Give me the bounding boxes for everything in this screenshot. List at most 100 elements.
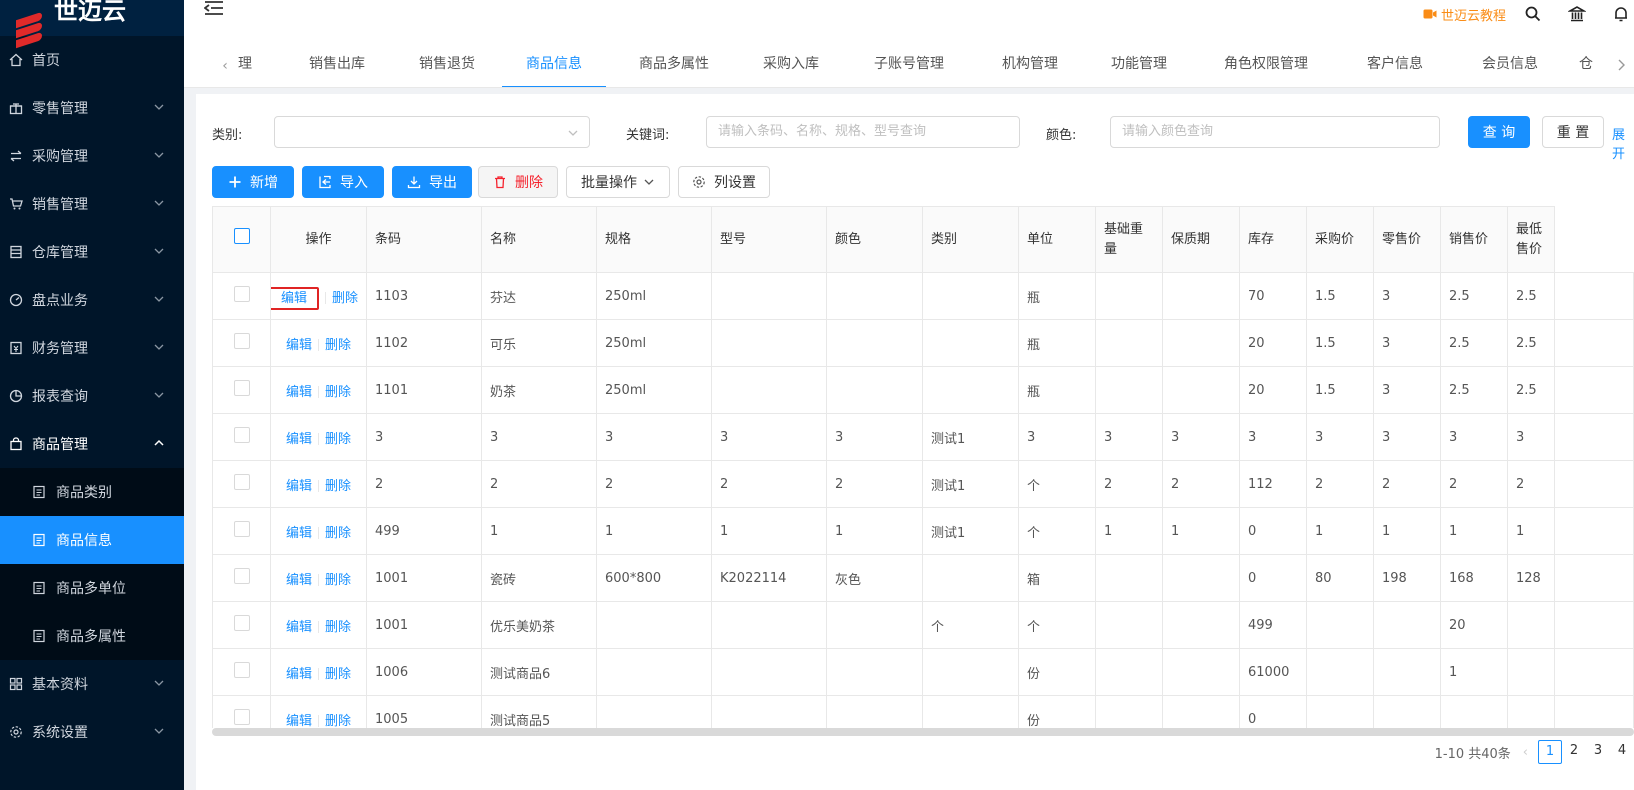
row-checkbox[interactable] [233, 333, 250, 349]
tab-functions[interactable]: 功能管理 [1082, 44, 1196, 87]
table-cell: 瓶 [1018, 319, 1096, 367]
table-cell: 1 [711, 507, 827, 555]
edit-link[interactable]: 编辑 [286, 479, 312, 494]
row-checkbox[interactable] [233, 427, 250, 443]
delete-button[interactable]: 删除 [478, 166, 558, 198]
table-cell: 250ml [596, 366, 712, 414]
sidebar-item-purchase[interactable]: 采购管理 [0, 132, 184, 180]
tab-partial-right[interactable]: 仓 [1566, 44, 1606, 87]
bell-icon[interactable] [1612, 5, 1630, 23]
edit-link[interactable]: 编辑 [286, 385, 312, 400]
delete-link[interactable]: 删除 [325, 385, 351, 400]
menu-fold-icon[interactable] [204, 0, 224, 16]
pagination-page[interactable]: 4 [1610, 740, 1634, 764]
add-button[interactable]: 新增 [212, 166, 294, 198]
edit-link[interactable]: 编辑 [286, 573, 312, 588]
pagination-page[interactable]: 2 [1562, 740, 1586, 764]
tabs-prev-icon[interactable]: ‹ [212, 58, 238, 74]
tab-role-permissions[interactable]: 角色权限管理 [1196, 44, 1336, 87]
row-checkbox[interactable] [233, 380, 250, 396]
edit-link[interactable]: 编辑 [286, 667, 312, 682]
edit-link[interactable]: 编辑 [286, 526, 312, 541]
row-checkbox[interactable] [233, 568, 250, 584]
reset-button[interactable]: 重 置 [1542, 116, 1604, 148]
edit-link[interactable]: 编辑 [271, 286, 320, 310]
tab-sub-accounts[interactable]: 子账号管理 [840, 44, 978, 87]
search-icon[interactable] [1524, 5, 1542, 23]
select-all-checkbox[interactable] [233, 228, 250, 244]
delete-link[interactable]: 删除 [325, 714, 351, 729]
sidebar-subitem-product-category[interactable]: 商品类别 [0, 468, 184, 516]
tab-partial-left[interactable]: 理 [238, 44, 268, 87]
tab-sales-outbound[interactable]: 销售出库 [282, 44, 392, 87]
keyword-input[interactable]: 请输入条码、名称、规格、型号查询 [706, 116, 1020, 148]
table-cell: 1 [596, 507, 712, 555]
pagination-prev-icon[interactable]: ‹ [1523, 745, 1528, 760]
row-checkbox[interactable] [233, 615, 250, 631]
color-input[interactable]: 请输入颜色查询 [1110, 116, 1440, 148]
delete-link[interactable]: 删除 [332, 291, 358, 306]
sidebar-item-inventory-check[interactable]: 盘点业务 [0, 276, 184, 324]
delete-link[interactable]: 删除 [325, 526, 351, 541]
batch-actions-dropdown[interactable]: 批量操作 [566, 166, 670, 198]
tab-members[interactable]: 会员信息 [1454, 44, 1566, 87]
bank-icon[interactable] [1568, 5, 1586, 23]
table-cell [711, 272, 827, 320]
sidebar-item-label: 基本资料 [32, 677, 88, 693]
row-select-cell [212, 648, 271, 696]
sidebar-item-finance[interactable]: 财务管理 [0, 324, 184, 372]
tab-product-info[interactable]: 商品信息 [502, 44, 606, 87]
table-cell [826, 648, 923, 696]
row-checkbox[interactable] [233, 662, 250, 678]
query-button[interactable]: 查 询 [1468, 116, 1530, 148]
table-cell: 20 [1440, 601, 1508, 649]
sidebar-subitem-product-attributes[interactable]: 商品多属性 [0, 612, 184, 660]
tab-customers[interactable]: 客户信息 [1336, 44, 1454, 87]
delete-link[interactable]: 删除 [325, 573, 351, 588]
delete-link[interactable]: 删除 [325, 338, 351, 353]
tab-organizations[interactable]: 机构管理 [978, 44, 1082, 87]
tab-sales-return[interactable]: 销售退货 [392, 44, 502, 87]
table-cell: 128 [1507, 554, 1555, 602]
tab-product-attributes[interactable]: 商品多属性 [606, 44, 742, 87]
row-checkbox[interactable] [233, 521, 250, 537]
horizontal-scrollbar[interactable] [212, 728, 1634, 736]
expand-link[interactable]: 展开 [1612, 124, 1634, 162]
table-cell: 1.5 [1306, 319, 1374, 367]
pagination-page[interactable]: 1 [1538, 740, 1562, 764]
sidebar-subitem-product-units[interactable]: 商品多单位 [0, 564, 184, 612]
delete-link[interactable]: 删除 [325, 479, 351, 494]
edit-link[interactable]: 编辑 [286, 338, 312, 353]
edit-link[interactable]: 编辑 [286, 432, 312, 447]
sidebar-item-sales[interactable]: 销售管理 [0, 180, 184, 228]
row-checkbox[interactable] [233, 474, 250, 490]
edit-link[interactable]: 编辑 [286, 620, 312, 635]
sidebar-item-system-settings[interactable]: 系统设置 [0, 708, 184, 756]
category-label: 类别: [212, 128, 243, 143]
row-checkbox[interactable] [233, 286, 250, 302]
sidebar-item-warehouse[interactable]: 仓库管理 [0, 228, 184, 276]
sidebar-item-home[interactable]: 首页 [0, 36, 184, 84]
column-header: 规格 [596, 206, 712, 273]
sidebar-item-basic-data[interactable]: 基本资料 [0, 660, 184, 708]
export-button[interactable]: 导出 [392, 166, 472, 198]
sidebar-item-retail[interactable]: 零售管理 [0, 84, 184, 132]
tutorial-link[interactable]: 世迈云教程 [1423, 5, 1506, 24]
pagination-page[interactable]: 3 [1586, 740, 1610, 764]
sidebar-item-products[interactable]: 商品管理 [0, 420, 184, 468]
edit-link[interactable]: 编辑 [286, 714, 312, 729]
category-select[interactable] [274, 116, 590, 148]
row-checkbox[interactable] [233, 709, 250, 725]
table-cell [711, 366, 827, 414]
table-cell-overflow [1554, 366, 1634, 414]
delete-link[interactable]: 删除 [325, 432, 351, 447]
tab-purchase-inbound[interactable]: 采购入库 [742, 44, 840, 87]
table-cell: 个 [1018, 460, 1096, 508]
import-button[interactable]: 导入 [302, 166, 384, 198]
tabs-next-icon[interactable] [1614, 58, 1628, 72]
delete-link[interactable]: 删除 [325, 667, 351, 682]
delete-link[interactable]: 删除 [325, 620, 351, 635]
sidebar-subitem-product-info[interactable]: 商品信息 [0, 516, 184, 564]
sidebar-item-reports[interactable]: 报表查询 [0, 372, 184, 420]
column-settings-button[interactable]: 列设置 [678, 166, 770, 198]
